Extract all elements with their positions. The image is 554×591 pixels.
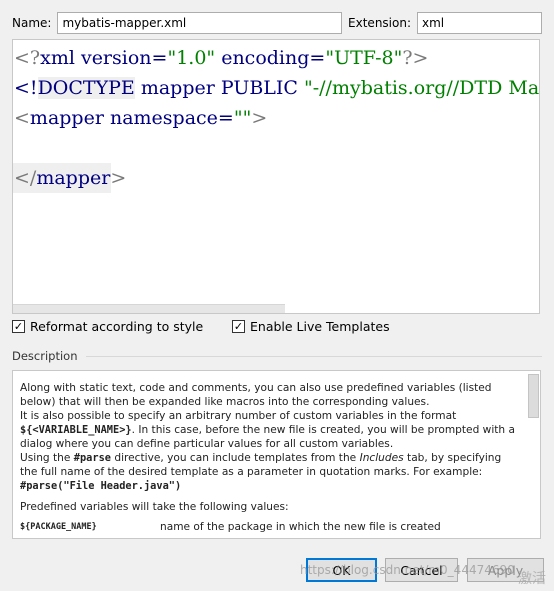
description-vertical-scrollbar[interactable] <box>528 374 539 418</box>
extension-label: Extension: <box>348 16 411 30</box>
name-row: Name: Extension: <box>12 12 542 34</box>
description-p3-text: Using the <box>20 452 74 464</box>
extension-input[interactable] <box>417 12 542 34</box>
doctype-keyword: DOCTYPE <box>37 77 135 99</box>
editor-horizontal-scrollbar[interactable] <box>13 304 285 313</box>
description-text: Along with static text, code and comment… <box>20 381 520 534</box>
ok-button[interactable]: OK <box>306 558 377 582</box>
xml-encoding-value: "UTF-8" <box>325 47 403 69</box>
mapper-end-close: > <box>110 167 127 189</box>
description-header: Description <box>12 349 542 363</box>
description-paragraph-4: Predefined variables will take the follo… <box>20 501 289 513</box>
xml-decl-open: <? <box>14 47 41 69</box>
live-templates-option[interactable]: ✓ Enable Live Templates <box>232 318 390 334</box>
variable-description: name of the package in which the new fil… <box>160 521 441 533</box>
apply-button[interactable]: Apply <box>467 558 544 582</box>
parse-example-code: #parse("File Header.java") <box>20 480 182 492</box>
xml-decl-keyword: xml version= <box>40 47 168 69</box>
mapper-open-bracket: < <box>14 107 30 129</box>
code-line-5: </mapper> <box>13 163 126 193</box>
description-paragraph-2: It is also possible to specify an arbitr… <box>20 409 520 451</box>
variable-format-code: ${<VARIABLE_NAME>} <box>20 424 132 436</box>
description-panel[interactable]: Along with static text, code and comment… <box>12 370 541 539</box>
description-paragraph-1: Along with static text, code and comment… <box>20 382 492 408</box>
description-separator <box>85 355 542 357</box>
code-line-1: <?xml version="1.0" encoding="UTF-8"?> <box>13 43 428 73</box>
description-p3-text-mid: directive, you can include templates fro… <box>110 452 360 464</box>
parse-directive-code: #parse <box>73 452 111 464</box>
description-heading: Description <box>12 349 78 363</box>
doctype-mapper: mapper <box>134 77 215 99</box>
mapper-tag: mapper <box>29 107 104 129</box>
doctype-string: "-//mybatis.org//DTD Map <box>297 77 540 99</box>
code-line-3: <mapper namespace=""> <box>13 103 267 133</box>
mapper-end-tag: mapper <box>36 167 111 189</box>
mapper-close-bracket: > <box>251 107 268 129</box>
namespace-attr: namespace= <box>103 107 234 129</box>
doctype-open: <! <box>14 77 38 99</box>
name-label: Name: <box>12 16 52 30</box>
live-templates-label[interactable]: Enable Live Templates <box>250 319 390 334</box>
description-paragraph-3: Using the #parse directive, you can incl… <box>20 451 520 479</box>
xml-encoding-attr: encoding= <box>215 47 326 69</box>
doctype-public: PUBLIC <box>214 77 298 99</box>
xml-version-value: "1.0" <box>167 47 216 69</box>
live-templates-checkbox[interactable]: ✓ <box>232 319 245 333</box>
mapper-end-open: </ <box>14 167 37 189</box>
template-editor[interactable]: <?xml version="1.0" encoding="UTF-8"?> <… <box>12 39 540 314</box>
code-line-2: <!DOCTYPE mapper PUBLIC "-//mybatis.org/… <box>13 73 540 103</box>
reformat-option[interactable]: ✓ Reformat according to style <box>12 318 203 334</box>
name-input[interactable] <box>57 12 343 34</box>
reformat-checkbox[interactable]: ✓ <box>12 319 25 333</box>
namespace-value: "" <box>233 107 252 129</box>
variable-row: ${PACKAGE_NAME} name of the package in w… <box>20 520 520 534</box>
description-p2-text: It is also possible to specify an arbitr… <box>20 410 457 422</box>
variable-name: ${PACKAGE_NAME} <box>20 522 97 532</box>
cancel-button[interactable]: Cancel <box>385 558 458 582</box>
includes-tab-name: Includes <box>359 452 404 464</box>
xml-decl-close: ?> <box>402 47 429 69</box>
reformat-label[interactable]: Reformat according to style <box>30 319 203 334</box>
